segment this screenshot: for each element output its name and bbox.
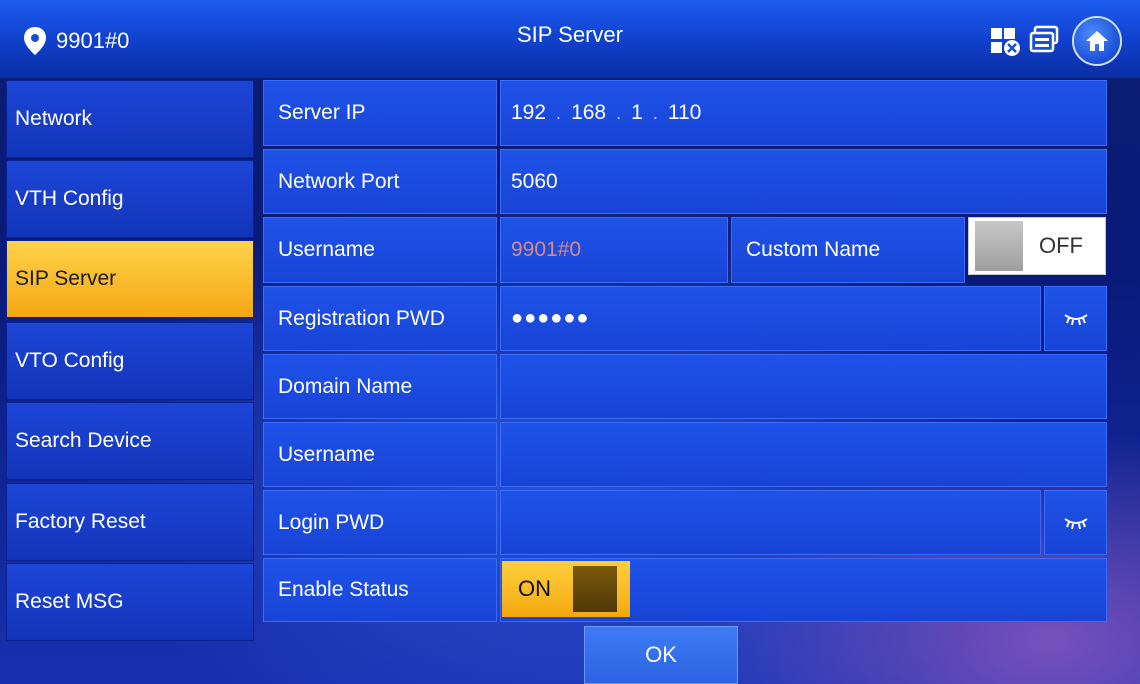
server-ip-label: Server IP — [263, 80, 497, 146]
login-pwd-label: Login PWD — [263, 490, 497, 555]
sip-username-label: Username — [263, 422, 497, 487]
toggle-state: OFF — [1039, 233, 1083, 258]
sidebar-item-label: Search Device — [15, 429, 152, 452]
sidebar-item-label: SIP Server — [15, 267, 117, 290]
network-settings-icon[interactable] — [988, 24, 1022, 58]
eye-closed-icon — [1063, 313, 1088, 325]
username-value: 9901#0 — [511, 238, 582, 261]
login-pwd-input[interactable] — [500, 490, 1041, 555]
toggle-knob — [573, 566, 617, 612]
sidebar-item-factory-reset[interactable]: Factory Reset — [6, 483, 254, 561]
sidebar-item-label: VTH Config — [15, 187, 124, 210]
toggle-state: ON — [518, 576, 551, 601]
sidebar-item-label: Network — [15, 107, 93, 130]
sidebar-item-reset-msg[interactable]: Reset MSG — [6, 563, 254, 641]
ip-octet-3: 1 — [631, 101, 643, 124]
network-port-label: Network Port — [263, 149, 497, 214]
registration-pwd-label: Registration PWD — [263, 286, 497, 351]
sip-username-input[interactable] — [500, 422, 1107, 487]
screen-icon[interactable] — [1028, 24, 1062, 58]
username-field: 9901#0 — [500, 217, 728, 283]
top-bar: 9901#0 SIP Server — [0, 0, 1140, 80]
ip-octet-1: 192 — [511, 101, 547, 124]
registration-pwd-input[interactable]: ●●●●●● — [500, 286, 1041, 351]
sidebar-item-network[interactable]: Network — [6, 80, 254, 158]
sidebar-item-label: Reset MSG — [15, 590, 124, 613]
eye-closed-icon — [1063, 517, 1088, 529]
sidebar-item-sip-server[interactable]: SIP Server — [6, 240, 254, 318]
sip-server-screen: 9901#0 SIP Server Network VTH Config SIP… — [0, 0, 1140, 684]
ip-separator: . — [556, 102, 562, 123]
ip-octet-2: 168 — [571, 101, 607, 124]
registration-pwd-value: ●●●●●● — [511, 307, 590, 329]
enable-status-label: Enable Status — [263, 558, 497, 622]
sidebar-item-vto-config[interactable]: VTO Config — [6, 322, 254, 400]
login-pwd-reveal-button[interactable] — [1044, 490, 1107, 555]
server-ip-input[interactable]: 192 . 168 . 1 . 110 — [500, 80, 1107, 146]
domain-name-label: Domain Name — [263, 354, 497, 419]
ip-separator: . — [652, 102, 658, 123]
network-port-value: 5060 — [511, 169, 558, 193]
home-button[interactable] — [1072, 16, 1122, 66]
network-port-input[interactable]: 5060 — [500, 149, 1107, 214]
page-title: SIP Server — [517, 22, 623, 47]
home-icon — [1086, 31, 1108, 51]
custom-name-label: Custom Name — [731, 217, 965, 283]
custom-name-toggle[interactable]: OFF — [968, 217, 1106, 275]
status-icons — [982, 16, 1122, 66]
domain-name-input[interactable] — [500, 354, 1107, 419]
sidebar-item-vth-config[interactable]: VTH Config — [6, 160, 254, 238]
enable-status-toggle[interactable]: ON — [502, 561, 630, 617]
username-label: Username — [263, 217, 497, 283]
ip-octet-4: 110 — [667, 101, 702, 124]
ip-separator: . — [616, 102, 622, 123]
toggle-knob — [975, 221, 1023, 271]
ok-button[interactable]: OK — [584, 626, 738, 684]
sidebar-item-label: VTO Config — [15, 349, 125, 372]
registration-pwd-reveal-button[interactable] — [1044, 286, 1107, 351]
sidebar-item-label: Factory Reset — [15, 510, 146, 533]
sidebar-item-search-device[interactable]: Search Device — [6, 402, 254, 480]
